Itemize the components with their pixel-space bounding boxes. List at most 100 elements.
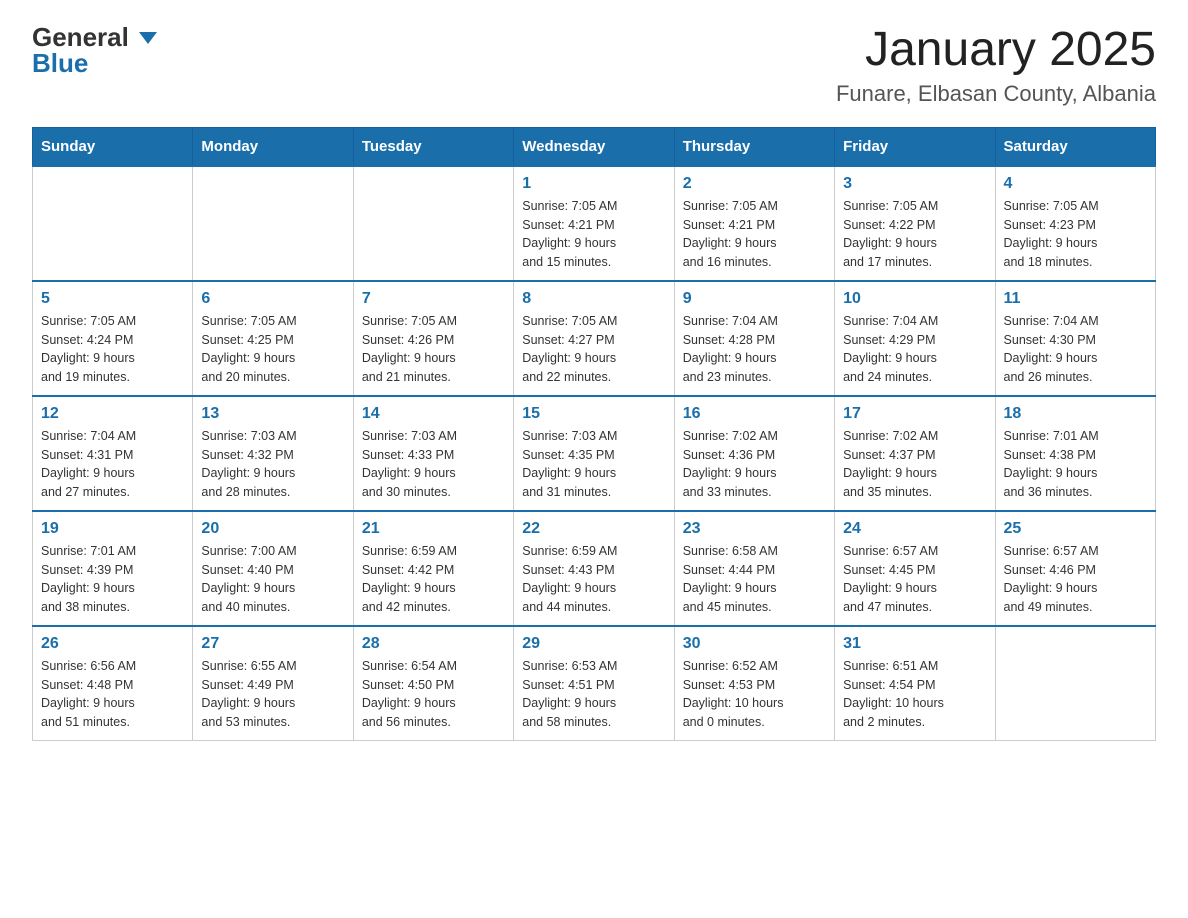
day-number: 27 (201, 635, 344, 653)
day-info: Sunrise: 7:01 AM Sunset: 4:38 PM Dayligh… (1004, 427, 1147, 502)
day-info: Sunrise: 7:05 AM Sunset: 4:23 PM Dayligh… (1004, 197, 1147, 272)
day-number: 17 (843, 405, 986, 423)
day-info: Sunrise: 6:58 AM Sunset: 4:44 PM Dayligh… (683, 542, 826, 617)
day-number: 14 (362, 405, 505, 423)
logo: General Blue (32, 24, 157, 76)
calendar-cell: 10 Sunrise: 7:04 AM Sunset: 4:29 PM Dayli… (835, 281, 995, 396)
day-number: 30 (683, 635, 826, 653)
day-info: Sunrise: 7:05 AM Sunset: 4:21 PM Dayligh… (683, 197, 826, 272)
day-number: 29 (522, 635, 665, 653)
calendar-cell: 14 Sunrise: 7:03 AM Sunset: 4:33 PM Dayli… (353, 396, 513, 511)
day-number: 5 (41, 290, 184, 308)
calendar-cell: 30 Sunrise: 6:52 AM Sunset: 4:53 PM Dayli… (674, 626, 834, 741)
day-info: Sunrise: 7:02 AM Sunset: 4:36 PM Dayligh… (683, 427, 826, 502)
day-info: Sunrise: 6:57 AM Sunset: 4:46 PM Dayligh… (1004, 542, 1147, 617)
calendar-week-row-5: 26Sunrise: 6:56 AM Sunset: 4:48 PM Dayli… (33, 626, 1156, 741)
day-number: 10 (843, 290, 986, 308)
title-area: January 2025 Funare, Elbasan County, Alb… (836, 24, 1156, 107)
calendar-cell: 17 Sunrise: 7:02 AM Sunset: 4:37 PM Dayli… (835, 396, 995, 511)
day-info: Sunrise: 6:57 AM Sunset: 4:45 PM Dayligh… (843, 542, 986, 617)
day-info: Sunrise: 7:04 AM Sunset: 4:29 PM Dayligh… (843, 312, 986, 387)
calendar-week-row-1: 1 Sunrise: 7:05 AM Sunset: 4:21 PM Daylig… (33, 166, 1156, 281)
day-info: Sunrise: 6:55 AM Sunset: 4:49 PM Dayligh… (201, 657, 344, 732)
day-info: Sunrise: 7:03 AM Sunset: 4:33 PM Dayligh… (362, 427, 505, 502)
day-number: 13 (201, 405, 344, 423)
day-info: Sunrise: 7:05 AM Sunset: 4:25 PM Dayligh… (201, 312, 344, 387)
calendar-cell: 5 Sunrise: 7:05 AM Sunset: 4:24 PM Daylig… (33, 281, 193, 396)
day-number: 2 (683, 175, 826, 193)
day-number: 20 (201, 520, 344, 538)
day-number: 4 (1004, 175, 1147, 193)
calendar-header-saturday: Saturday (995, 127, 1155, 166)
day-info: Sunrise: 6:52 AM Sunset: 4:53 PM Dayligh… (683, 657, 826, 732)
calendar-week-row-4: 19Sunrise: 7:01 AM Sunset: 4:39 PM Dayli… (33, 511, 1156, 626)
day-number: 24 (843, 520, 986, 538)
calendar-cell: 21 Sunrise: 6:59 AM Sunset: 4:42 PM Dayli… (353, 511, 513, 626)
day-number: 15 (522, 405, 665, 423)
day-info: Sunrise: 7:05 AM Sunset: 4:21 PM Dayligh… (522, 197, 665, 272)
day-number: 25 (1004, 520, 1147, 538)
day-info: Sunrise: 7:00 AM Sunset: 4:40 PM Dayligh… (201, 542, 344, 617)
calendar-cell: 29 Sunrise: 6:53 AM Sunset: 4:51 PM Dayli… (514, 626, 674, 741)
day-info: Sunrise: 6:51 AM Sunset: 4:54 PM Dayligh… (843, 657, 986, 732)
day-number: 22 (522, 520, 665, 538)
day-info: Sunrise: 6:59 AM Sunset: 4:43 PM Dayligh… (522, 542, 665, 617)
calendar-table: SundayMondayTuesdayWednesdayThursdayFrid… (32, 127, 1156, 741)
day-number: 18 (1004, 405, 1147, 423)
calendar-cell (995, 626, 1155, 741)
calendar-cell: 1 Sunrise: 7:05 AM Sunset: 4:21 PM Daylig… (514, 166, 674, 281)
calendar-cell: 31 Sunrise: 6:51 AM Sunset: 4:54 PM Dayli… (835, 626, 995, 741)
page-title: January 2025 (836, 24, 1156, 77)
calendar-cell: 15 Sunrise: 7:03 AM Sunset: 4:35 PM Dayli… (514, 396, 674, 511)
day-info: Sunrise: 7:04 AM Sunset: 4:30 PM Dayligh… (1004, 312, 1147, 387)
calendar-cell: 20 Sunrise: 7:00 AM Sunset: 4:40 PM Dayli… (193, 511, 353, 626)
calendar-header-monday: Monday (193, 127, 353, 166)
logo-arrow-icon (139, 32, 157, 44)
day-info: Sunrise: 7:03 AM Sunset: 4:35 PM Dayligh… (522, 427, 665, 502)
calendar-cell: 22 Sunrise: 6:59 AM Sunset: 4:43 PM Dayli… (514, 511, 674, 626)
calendar-cell: 28Sunrise: 6:54 AM Sunset: 4:50 PM Dayli… (353, 626, 513, 741)
calendar-header-thursday: Thursday (674, 127, 834, 166)
calendar-cell (353, 166, 513, 281)
calendar-header-wednesday: Wednesday (514, 127, 674, 166)
calendar-cell: 6Sunrise: 7:05 AM Sunset: 4:25 PM Daylig… (193, 281, 353, 396)
calendar-cell: 24 Sunrise: 6:57 AM Sunset: 4:45 PM Dayli… (835, 511, 995, 626)
calendar-cell: 16 Sunrise: 7:02 AM Sunset: 4:36 PM Dayli… (674, 396, 834, 511)
calendar-header-tuesday: Tuesday (353, 127, 513, 166)
calendar-cell: 26Sunrise: 6:56 AM Sunset: 4:48 PM Dayli… (33, 626, 193, 741)
calendar-cell: 27 Sunrise: 6:55 AM Sunset: 4:49 PM Dayli… (193, 626, 353, 741)
day-info: Sunrise: 6:53 AM Sunset: 4:51 PM Dayligh… (522, 657, 665, 732)
day-number: 1 (522, 175, 665, 193)
page-header: General Blue January 2025 Funare, Elbasa… (32, 24, 1156, 107)
calendar-cell: 23Sunrise: 6:58 AM Sunset: 4:44 PM Dayli… (674, 511, 834, 626)
calendar-week-row-2: 5 Sunrise: 7:05 AM Sunset: 4:24 PM Daylig… (33, 281, 1156, 396)
day-info: Sunrise: 7:05 AM Sunset: 4:24 PM Dayligh… (41, 312, 184, 387)
calendar-header-row: SundayMondayTuesdayWednesdayThursdayFrid… (33, 127, 1156, 166)
page-subtitle: Funare, Elbasan County, Albania (836, 81, 1156, 107)
day-info: Sunrise: 7:01 AM Sunset: 4:39 PM Dayligh… (41, 542, 184, 617)
day-number: 12 (41, 405, 184, 423)
calendar-cell: 11Sunrise: 7:04 AM Sunset: 4:30 PM Dayli… (995, 281, 1155, 396)
calendar-cell (33, 166, 193, 281)
day-number: 16 (683, 405, 826, 423)
calendar-cell: 4 Sunrise: 7:05 AM Sunset: 4:23 PM Daylig… (995, 166, 1155, 281)
day-info: Sunrise: 7:03 AM Sunset: 4:32 PM Dayligh… (201, 427, 344, 502)
day-number: 31 (843, 635, 986, 653)
calendar-week-row-3: 12Sunrise: 7:04 AM Sunset: 4:31 PM Dayli… (33, 396, 1156, 511)
calendar-cell: 19Sunrise: 7:01 AM Sunset: 4:39 PM Dayli… (33, 511, 193, 626)
day-number: 21 (362, 520, 505, 538)
day-number: 9 (683, 290, 826, 308)
calendar-cell: 13 Sunrise: 7:03 AM Sunset: 4:32 PM Dayli… (193, 396, 353, 511)
day-info: Sunrise: 6:59 AM Sunset: 4:42 PM Dayligh… (362, 542, 505, 617)
day-number: 26 (41, 635, 184, 653)
day-number: 7 (362, 290, 505, 308)
day-info: Sunrise: 7:05 AM Sunset: 4:27 PM Dayligh… (522, 312, 665, 387)
calendar-cell: 7 Sunrise: 7:05 AM Sunset: 4:26 PM Daylig… (353, 281, 513, 396)
calendar-header-friday: Friday (835, 127, 995, 166)
day-number: 8 (522, 290, 665, 308)
day-number: 28 (362, 635, 505, 653)
day-info: Sunrise: 7:05 AM Sunset: 4:26 PM Dayligh… (362, 312, 505, 387)
calendar-header-sunday: Sunday (33, 127, 193, 166)
day-info: Sunrise: 7:02 AM Sunset: 4:37 PM Dayligh… (843, 427, 986, 502)
calendar-cell: 9Sunrise: 7:04 AM Sunset: 4:28 PM Daylig… (674, 281, 834, 396)
